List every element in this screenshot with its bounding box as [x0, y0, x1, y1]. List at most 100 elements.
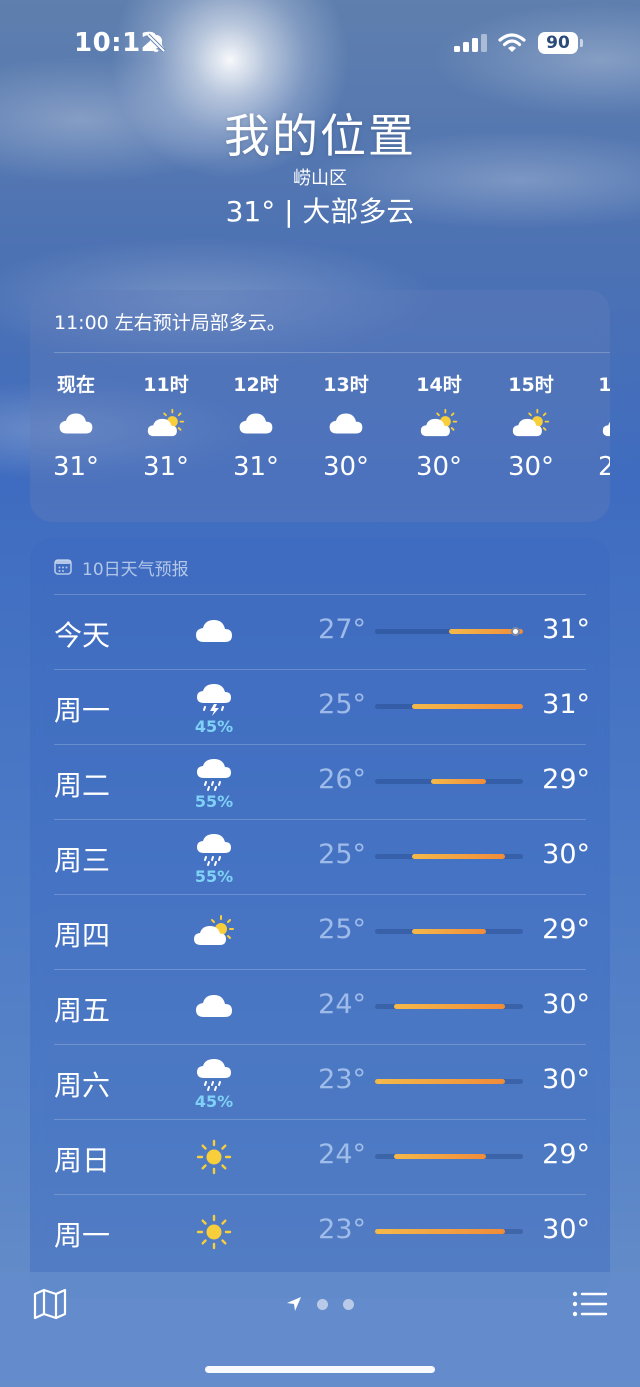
page-dot[interactable]: [343, 1299, 354, 1310]
hour-temp: 31°: [232, 452, 280, 482]
daily-row[interactable]: 今天 27° 31°: [30, 594, 610, 669]
day-name: 周一: [54, 1219, 111, 1252]
ten-day-header-label: 10日天气预报: [82, 559, 189, 580]
daily-row[interactable]: 周一 45% 25° 31°: [30, 669, 610, 744]
divider: [54, 819, 586, 820]
divider: [54, 744, 586, 745]
partly-sunny-icon: [419, 408, 459, 440]
temp-range-bar: [375, 1229, 523, 1234]
thunderstorm-icon: [192, 681, 236, 717]
daily-row[interactable]: 周一 23° 30°: [30, 1194, 610, 1269]
low-temp: 23°: [318, 1064, 366, 1095]
location-district: 崂山区: [293, 168, 347, 189]
low-temp: 25°: [318, 914, 366, 945]
daily-row[interactable]: 周五 24° 30°: [30, 969, 610, 1044]
precip-chance: 45%: [194, 717, 234, 736]
location-list-icon[interactable]: [572, 1290, 608, 1318]
temp-range-fill: [412, 929, 486, 934]
temp-range-fill: [412, 704, 523, 709]
temp-range-bar: [375, 929, 523, 934]
high-temp: 31°: [542, 614, 590, 645]
high-temp: 30°: [542, 1214, 590, 1245]
ten-day-header: 10日天气预报: [54, 556, 189, 580]
location-title: 我的位置: [224, 109, 416, 163]
hourly-forecast-panel[interactable]: 11:00 左右预计局部多云。 现在 31° 11时 31° 12时 31° 13时 30° 1…: [30, 290, 610, 522]
day-name: 周二: [54, 769, 111, 802]
page-indicator[interactable]: [286, 1294, 366, 1314]
daily-row[interactable]: 周日 24° 29°: [30, 1119, 610, 1194]
cloud-icon: [236, 408, 276, 440]
day-name: 周五: [54, 994, 111, 1027]
ten-day-forecast-panel[interactable]: 10日天气预报 今天 27° 31° 周一 45% 25° 31° 周二 55% 26° 29° 周三…: [30, 538, 610, 1298]
location-arrow-icon: [287, 1297, 301, 1311]
temp-range-bar: [375, 627, 523, 636]
hour-label: 现在: [56, 374, 95, 396]
day-name: 今天: [54, 619, 111, 652]
hour-temp: 31°: [52, 452, 100, 482]
hour-temp: 30°: [415, 452, 463, 482]
current-temp-dot: [511, 627, 520, 636]
daily-row[interactable]: 周六 45% 23° 30°: [30, 1044, 610, 1119]
hourly-item: 13时 30°: [310, 370, 382, 482]
temp-range-bar: [375, 1154, 523, 1159]
low-temp: 27°: [318, 614, 366, 645]
divider: [54, 669, 586, 670]
hourly-item: 现在 31°: [40, 370, 112, 482]
high-temp: 29°: [542, 914, 590, 945]
battery-icon: 90: [538, 32, 584, 54]
high-temp: 30°: [542, 1064, 590, 1095]
hour-label: 16时: [598, 374, 610, 396]
hourly-item: 14时 30°: [403, 370, 475, 482]
divider: [54, 894, 586, 895]
hour-temp: 30°: [507, 452, 555, 482]
cloud-icon: [326, 408, 366, 440]
hour-label: 12时: [233, 374, 279, 396]
hourly-item: 15时 30°: [495, 370, 567, 482]
divider: [54, 1119, 586, 1120]
hour-label: 14时: [416, 374, 462, 396]
divider: [54, 594, 586, 595]
current-temp-condition: 31° | 大部多云: [225, 195, 415, 228]
silent-bell-icon: [146, 33, 166, 53]
hourly-item: 16时 29°: [585, 370, 610, 482]
temp-range-fill: [412, 854, 505, 859]
day-name: 周三: [54, 844, 111, 877]
temp-range-bar: [375, 1079, 523, 1084]
temp-range-fill: [375, 1079, 505, 1084]
daily-row[interactable]: 周三 55% 25° 30°: [30, 819, 610, 894]
day-name: 周一: [54, 694, 111, 727]
day-name: 周日: [54, 1144, 111, 1177]
low-temp: 25°: [318, 689, 366, 720]
cloud-icon: [192, 989, 236, 1025]
hour-temp: 30°: [322, 452, 370, 482]
temp-range-fill: [430, 779, 486, 784]
day-name: 周六: [54, 1069, 111, 1102]
daily-row[interactable]: 周四 25° 29°: [30, 894, 610, 969]
temp-range-bar: [375, 779, 523, 784]
hourly-list[interactable]: 现在 31° 11时 31° 12时 31° 13时 30° 14时 30° 15时 30° 16时 29…: [30, 370, 610, 500]
calendar-icon: [54, 559, 72, 575]
cloud-icon: [56, 408, 96, 440]
precip-chance: 45%: [194, 1092, 234, 1111]
page-dot[interactable]: [317, 1299, 328, 1310]
precip-chance: 55%: [194, 792, 234, 811]
hour-label: 15时: [508, 374, 554, 396]
low-temp: 24°: [318, 989, 366, 1020]
wifi-icon: [498, 33, 526, 52]
map-icon[interactable]: [32, 1288, 68, 1320]
temp-range-bar: [375, 854, 523, 859]
partly-sunny-icon: [146, 408, 186, 440]
precip-chance: 55%: [194, 867, 234, 886]
temp-range-fill: [393, 1004, 505, 1009]
rain-icon: [192, 831, 236, 867]
temp-range-bar: [375, 1004, 523, 1009]
hourly-item: 11时 31°: [130, 370, 202, 482]
hourly-summary: 11:00 左右预计局部多云。: [54, 312, 286, 334]
divider: [54, 1044, 586, 1045]
hour-temp: 29°: [597, 452, 610, 482]
daily-row[interactable]: 周二 55% 26° 29°: [30, 744, 610, 819]
low-temp: 26°: [318, 764, 366, 795]
home-indicator[interactable]: [205, 1366, 435, 1373]
rain-icon: [192, 1056, 236, 1092]
bottom-toolbar: [0, 1272, 640, 1387]
